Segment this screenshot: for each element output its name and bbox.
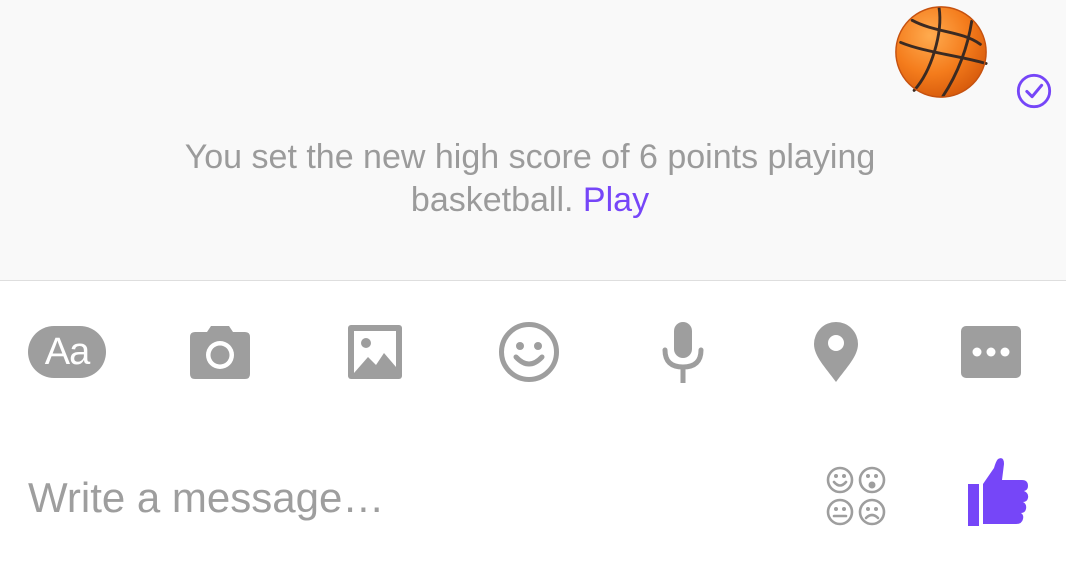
message-input[interactable]: [28, 466, 768, 530]
thumbs-up-icon: [968, 458, 1029, 526]
image-icon: [348, 325, 402, 379]
emoji-icon: [499, 322, 559, 382]
more-button[interactable]: [960, 318, 1022, 386]
stickers-button[interactable]: [824, 464, 890, 528]
camera-button[interactable]: [188, 318, 252, 386]
microphone-icon: [662, 322, 704, 383]
location-button[interactable]: [812, 318, 860, 386]
conversation-area: You set the new high score of 6 points p…: [0, 0, 1066, 281]
more-icon: [961, 326, 1021, 378]
play-link[interactable]: Play: [583, 181, 649, 219]
text-format-icon: Aa: [28, 326, 106, 378]
camera-icon: [190, 326, 250, 379]
game-score-text: You set the new high score of 6 points p…: [184, 138, 876, 219]
location-pin-icon: [814, 322, 858, 382]
gallery-button[interactable]: [346, 318, 404, 386]
game-score-message: You set the new high score of 6 points p…: [130, 136, 930, 222]
basketball-icon[interactable]: [892, 4, 990, 100]
stickers-icon: [826, 466, 886, 526]
emoji-button[interactable]: [498, 318, 560, 386]
text-format-button[interactable]: Aa: [28, 318, 106, 386]
voice-button[interactable]: [660, 318, 706, 386]
check-circle-icon: [1016, 73, 1052, 109]
like-button[interactable]: [962, 456, 1032, 528]
